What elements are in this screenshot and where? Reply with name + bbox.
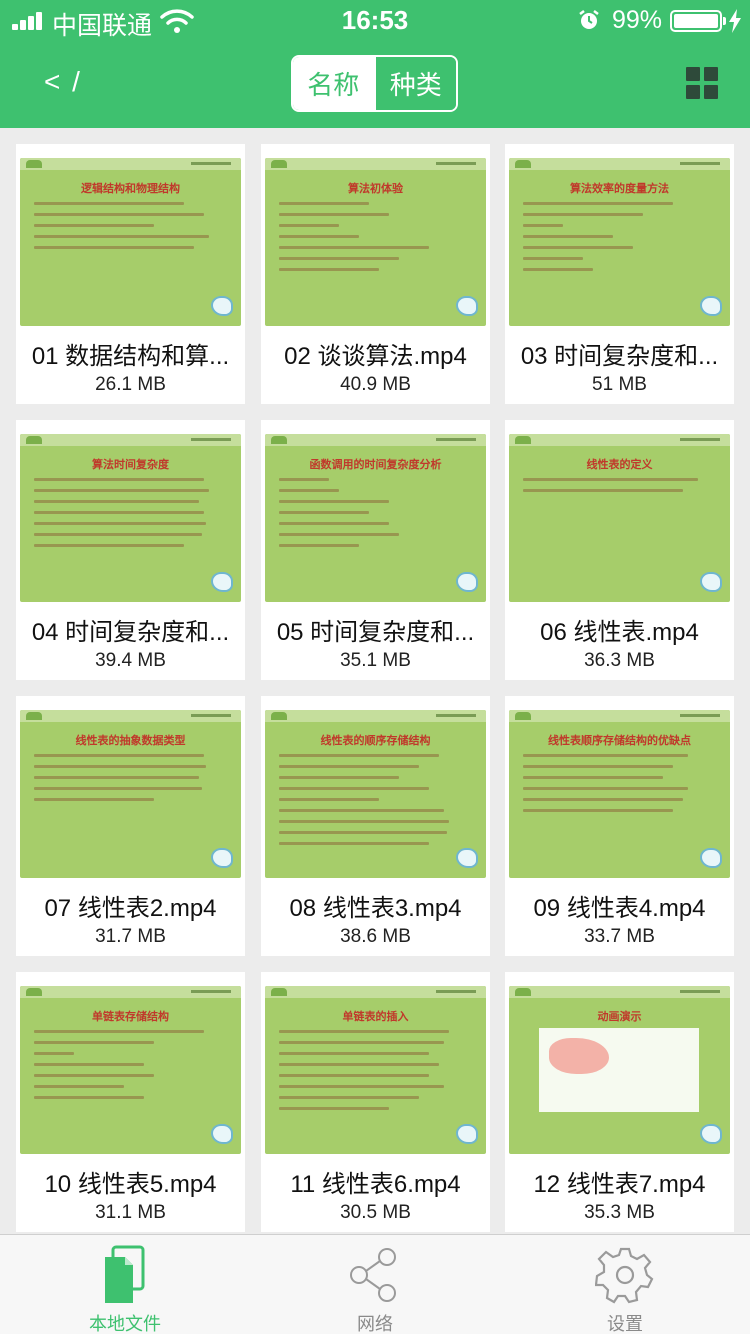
file-name: 11 线性表6.mp4 xyxy=(290,1171,461,1198)
slide-title: 函数调用的时间复杂度分析 xyxy=(309,458,442,471)
battery-fill xyxy=(674,14,718,28)
slide-title: 单链表存储结构 xyxy=(92,1010,169,1023)
tab-label-network: 网络 xyxy=(357,1314,393,1334)
dolphin-logo-icon xyxy=(456,848,478,868)
file-card[interactable]: 线性表的抽象数据类型 07 线性表2.mp4 31.7 MB xyxy=(16,696,245,956)
dolphin-logo-icon xyxy=(211,1124,233,1144)
tab-bar: 本地文件 网络 设置 xyxy=(0,1234,750,1334)
file-size: 35.3 MB xyxy=(584,1202,655,1223)
file-grid: 逻辑结构和物理结构 01 数据结构和算... 26.1 MB 算法初体验 02 谈谈算法… xyxy=(0,128,750,1234)
file-card[interactable]: 线性表顺序存储结构的优缺点 09 线性表4.mp4 33.7 MB xyxy=(505,696,734,956)
file-card[interactable]: 单链表的插入 11 线性表6.mp4 30.5 MB xyxy=(261,972,490,1232)
file-name: 06 线性表.mp4 xyxy=(540,619,699,646)
file-name: 12 线性表7.mp4 xyxy=(533,1171,706,1198)
video-thumbnail: 算法时间复杂度 xyxy=(20,434,241,602)
tab-network[interactable]: 网络 xyxy=(250,1235,500,1334)
top-bar: 中国联通 16:53 99% < / 名称 种类 xyxy=(0,0,750,128)
slide-title: 线性表的抽象数据类型 xyxy=(75,734,186,747)
file-card[interactable]: 算法效率的度量方法 03 时间复杂度和... 51 MB xyxy=(505,144,734,404)
file-size: 36.3 MB xyxy=(584,650,655,671)
dolphin-logo-icon xyxy=(456,572,478,592)
video-thumbnail: 单链表的插入 xyxy=(265,986,486,1154)
slide-title: 动画演示 xyxy=(597,1010,642,1023)
video-thumbnail: 线性表顺序存储结构的优缺点 xyxy=(509,710,730,878)
file-size: 26.1 MB xyxy=(95,374,166,395)
file-card[interactable]: 线性表的定义 06 线性表.mp4 36.3 MB xyxy=(505,420,734,680)
segment-name[interactable]: 名称 xyxy=(293,57,374,110)
battery-icon xyxy=(670,10,726,32)
local-files-icon xyxy=(105,1245,145,1303)
grid-view-icon[interactable] xyxy=(686,67,718,99)
video-thumbnail: 算法初体验 xyxy=(265,158,486,326)
dolphin-logo-icon xyxy=(700,296,722,316)
file-name: 07 线性表2.mp4 xyxy=(44,895,217,922)
video-thumbnail: 函数调用的时间复杂度分析 xyxy=(265,434,486,602)
video-thumbnail: 逻辑结构和物理结构 xyxy=(20,158,241,326)
file-size: 38.6 MB xyxy=(340,926,411,947)
dolphin-logo-icon xyxy=(211,572,233,592)
dolphin-logo-icon xyxy=(700,1124,722,1144)
tab-label-local-files: 本地文件 xyxy=(89,1314,161,1334)
video-thumbnail: 算法效率的度量方法 xyxy=(509,158,730,326)
slide-title: 算法初体验 xyxy=(348,182,403,195)
file-size: 31.1 MB xyxy=(95,1202,166,1223)
share-network-icon xyxy=(350,1248,396,1302)
file-card[interactable]: 算法初体验 02 谈谈算法.mp4 40.9 MB xyxy=(261,144,490,404)
file-name: 08 线性表3.mp4 xyxy=(289,895,462,922)
file-card[interactable]: 动画演示 12 线性表7.mp4 35.3 MB xyxy=(505,972,734,1232)
sort-segmented-control: 名称 种类 xyxy=(291,55,458,112)
back-path-button[interactable]: < / xyxy=(44,66,82,98)
status-bar: 中国联通 16:53 99% xyxy=(0,0,750,40)
tab-label-settings: 设置 xyxy=(607,1314,643,1334)
dolphin-logo-icon xyxy=(211,296,233,316)
file-name: 01 数据结构和算... xyxy=(31,343,230,370)
file-name: 02 谈谈算法.mp4 xyxy=(284,343,467,370)
dolphin-logo-icon xyxy=(456,1124,478,1144)
alarm-icon xyxy=(579,10,599,29)
slide-title: 算法效率的度量方法 xyxy=(570,182,669,195)
slide-title: 线性表顺序存储结构的优缺点 xyxy=(548,734,691,747)
file-card[interactable]: 算法时间复杂度 04 时间复杂度和... 39.4 MB xyxy=(16,420,245,680)
battery-percent: 99% xyxy=(612,6,663,34)
dolphin-logo-icon xyxy=(456,296,478,316)
file-name: 03 时间复杂度和... xyxy=(520,343,719,370)
file-size: 30.5 MB xyxy=(340,1202,411,1223)
file-name: 10 线性表5.mp4 xyxy=(44,1171,217,1198)
gear-icon xyxy=(595,1247,654,1304)
segment-type[interactable]: 种类 xyxy=(373,57,456,110)
slide-title: 线性表的顺序存储结构 xyxy=(320,734,431,747)
slide-title: 线性表的定义 xyxy=(586,458,653,471)
file-name: 04 时间复杂度和... xyxy=(31,619,230,646)
slide-title: 单链表的插入 xyxy=(342,1010,409,1023)
dolphin-logo-icon xyxy=(700,848,722,868)
dolphin-logo-icon xyxy=(700,572,722,592)
file-card[interactable]: 单链表存储结构 10 线性表5.mp4 31.1 MB xyxy=(16,972,245,1232)
file-size: 31.7 MB xyxy=(95,926,166,947)
file-size: 35.1 MB xyxy=(340,650,411,671)
tab-local-files[interactable]: 本地文件 xyxy=(0,1235,250,1334)
file-size: 39.4 MB xyxy=(95,650,166,671)
video-thumbnail: 线性表的顺序存储结构 xyxy=(265,710,486,878)
file-card[interactable]: 线性表的顺序存储结构 08 线性表3.mp4 38.6 MB xyxy=(261,696,490,956)
video-thumbnail: 线性表的抽象数据类型 xyxy=(20,710,241,878)
file-size: 33.7 MB xyxy=(584,926,655,947)
file-size: 40.9 MB xyxy=(340,374,411,395)
video-thumbnail: 动画演示 xyxy=(509,986,730,1154)
app-screen: 中国联通 16:53 99% < / 名称 种类 逻辑结构和物理结构 01 数据… xyxy=(0,0,750,1334)
file-name: 09 线性表4.mp4 xyxy=(533,895,706,922)
tab-settings[interactable]: 设置 xyxy=(500,1235,750,1334)
file-name: 05 时间复杂度和... xyxy=(276,619,475,646)
slide-title: 逻辑结构和物理结构 xyxy=(81,182,180,195)
slide-title: 算法时间复杂度 xyxy=(92,458,169,471)
file-size: 51 MB xyxy=(592,374,647,395)
video-thumbnail: 单链表存储结构 xyxy=(20,986,241,1154)
video-thumbnail: 线性表的定义 xyxy=(509,434,730,602)
dolphin-logo-icon xyxy=(211,848,233,868)
file-card[interactable]: 函数调用的时间复杂度分析 05 时间复杂度和... 35.1 MB xyxy=(261,420,490,680)
charging-bolt-icon xyxy=(729,9,741,33)
file-card[interactable]: 逻辑结构和物理结构 01 数据结构和算... 26.1 MB xyxy=(16,144,245,404)
